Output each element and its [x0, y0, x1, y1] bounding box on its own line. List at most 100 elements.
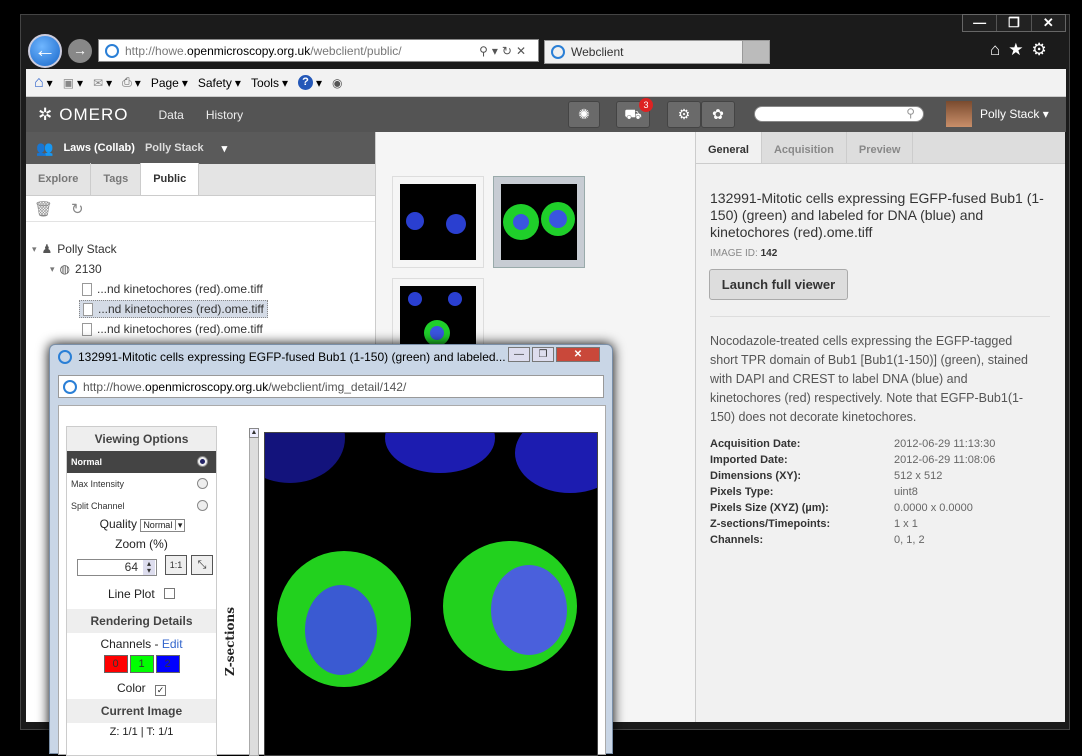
browser-tab[interactable]: Webclient ✕	[544, 40, 770, 64]
metadata-key: Channels:	[710, 534, 764, 546]
group-bar[interactable]: 👥 Laws (Collab) Polly Stack ▾	[26, 132, 375, 164]
maximize-button[interactable]: ❐	[996, 15, 1031, 31]
lightbulb-icon[interactable]: ✺	[568, 101, 600, 128]
tree-file[interactable]: ...nd kinetochores (red).ome.tiff	[82, 322, 263, 336]
print-menu[interactable]: ⎙ ▾	[122, 75, 141, 90]
popup-minimize-button[interactable]: —	[508, 347, 530, 362]
mode-max-intensity[interactable]: Max Intensity	[67, 473, 216, 495]
tab-general[interactable]: General	[696, 132, 762, 163]
tab-tags[interactable]: Tags	[91, 163, 142, 195]
user-menu[interactable]: Polly Stack ▾	[980, 107, 1049, 121]
thumbnail-image	[501, 184, 577, 260]
image-id: IMAGE ID: 142	[710, 248, 777, 259]
tree-file-label: ...nd kinetochores (red).ome.tiff	[98, 302, 264, 316]
channels-edit-link[interactable]: Edit	[162, 637, 183, 651]
line-plot-label: Line Plot	[107, 587, 155, 601]
z-slider[interactable]: ▲	[249, 428, 259, 756]
popup-maximize-button[interactable]: ❐	[532, 347, 554, 362]
url-path: /webclient/public/	[310, 43, 402, 58]
minimize-button[interactable]: —	[963, 15, 997, 31]
back-button[interactable]: ←	[28, 34, 62, 68]
popup-url-domain: openmicroscopy.org.uk	[145, 379, 269, 394]
metadata-row: Z-sections/Timepoints: 1 x 1	[710, 518, 995, 534]
zoom-input[interactable]: 64 ▴ ▾	[77, 559, 157, 576]
metadata-key: Dimensions (XY):	[710, 470, 802, 482]
close-button[interactable]: ✕	[1030, 15, 1065, 31]
tools-icon[interactable]: ✿	[701, 101, 735, 128]
color-checkbox[interactable]: ✓	[155, 685, 167, 696]
metadata-row: Dimensions (XY): 512 x 512	[710, 470, 995, 486]
mode-split-channel[interactable]: Split Channel	[67, 495, 216, 517]
metadata-key: Z-sections/Timepoints:	[710, 518, 831, 530]
address-bar[interactable]: http://howe. openmicroscopy.org.uk/webcli…	[98, 39, 539, 62]
tree-user-label: Polly Stack	[57, 242, 117, 256]
basket-button[interactable]: ⛟ 3	[616, 98, 653, 128]
home-icon[interactable]: ⌂	[990, 40, 1000, 60]
popup-address-bar[interactable]: http://howe. openmicroscopy.org.uk/webcli…	[58, 375, 604, 398]
tab-title: Webclient	[571, 45, 624, 59]
avatar[interactable]	[946, 101, 972, 127]
group-user: Polly Stack	[144, 142, 204, 154]
tree-file[interactable]: ...nd kinetochores (red).ome.tiff	[82, 282, 263, 296]
tree-file-selected[interactable]: ...nd kinetochores (red).ome.tiff	[79, 300, 268, 318]
print-icon: ⎙	[122, 75, 132, 89]
research-icon[interactable]: ◉	[332, 76, 342, 90]
page-menu-label: Page	[150, 75, 179, 90]
thumbnail[interactable]	[392, 176, 484, 268]
omero-logo[interactable]: ✲ OMERO	[38, 105, 128, 125]
search-input[interactable]: ⚲	[754, 106, 924, 122]
metadata-value: 2012-06-29 11:08:06	[894, 454, 996, 466]
tree-user[interactable]: ▾ ♟ Polly Stack	[32, 242, 117, 256]
slider-up-icon: ▲	[249, 428, 259, 438]
home-menu[interactable]: ⌂ ▾	[34, 74, 53, 92]
mode-normal[interactable]: Normal	[67, 451, 216, 473]
tab-acquisition[interactable]: Acquisition	[762, 132, 847, 163]
feeds-menu[interactable]: ▣ ▾	[63, 76, 83, 90]
rendering-details-heading: Rendering Details	[67, 609, 216, 633]
ie-icon	[63, 379, 77, 394]
tab-public[interactable]: Public	[141, 163, 200, 195]
group-name: Laws (Collab)	[63, 142, 135, 154]
omero-logo-text: OMERO	[59, 104, 129, 124]
color-row: Color ✓	[67, 675, 216, 699]
nav-data[interactable]: Data	[158, 108, 183, 122]
divider	[710, 316, 1050, 317]
zoom-value: 64	[124, 560, 138, 574]
mail-menu[interactable]: ✉ ▾	[93, 76, 112, 90]
thumbnail-selected[interactable]	[493, 176, 585, 268]
ie-icon	[105, 43, 119, 58]
settings-gear-icon[interactable]: ⚙	[1032, 40, 1047, 60]
mail-icon: ✉	[93, 75, 104, 90]
page-menu[interactable]: Page ▾	[151, 76, 188, 90]
zoom-stepper[interactable]: ▴ ▾	[143, 560, 155, 575]
tools-menu[interactable]: Tools ▾	[251, 76, 288, 90]
popup-close-button[interactable]: ✕	[556, 347, 600, 362]
tree-dataset[interactable]: ▾ ◍ 2130	[50, 262, 102, 276]
tab-preview[interactable]: Preview	[847, 132, 914, 163]
channel-1-button[interactable]: 1	[129, 655, 154, 673]
help-menu[interactable]: ? ▾	[297, 75, 322, 90]
viewing-options-heading: Viewing Options	[67, 427, 216, 451]
channel-2-button[interactable]: 2	[155, 655, 180, 673]
channel-buttons: 0 1 2	[67, 653, 216, 675]
nav-history[interactable]: History	[206, 108, 243, 122]
popup-window-controls: — ❐ ✕	[508, 347, 600, 362]
forward-button[interactable]: →	[68, 39, 92, 63]
address-bar-icons[interactable]: ⚲▾↻✕	[479, 44, 530, 58]
zoom-fit-icon[interactable]: ⤡	[191, 555, 213, 575]
favorites-icon[interactable]: ★	[1008, 40, 1023, 60]
quality-select[interactable]: Normal ▾	[140, 519, 186, 532]
refresh-icon[interactable]: ↻	[71, 200, 84, 218]
microscopy-image[interactable]	[264, 432, 598, 756]
trash-icon[interactable]: 🗑	[34, 200, 53, 218]
launch-full-viewer-button[interactable]: Launch full viewer	[709, 269, 848, 300]
zoom-1to1-button[interactable]: 1:1	[165, 555, 187, 575]
scripts-gear-icon[interactable]: ⚙	[667, 101, 701, 128]
line-plot-checkbox[interactable]	[164, 588, 176, 599]
mode-label: Split Channel	[71, 501, 125, 511]
safety-menu[interactable]: Safety ▾	[198, 76, 241, 90]
file-icon	[83, 302, 93, 316]
channel-0-button[interactable]: 0	[103, 655, 128, 673]
tab-explore[interactable]: Explore	[26, 163, 92, 195]
new-tab-button[interactable]	[742, 40, 770, 64]
